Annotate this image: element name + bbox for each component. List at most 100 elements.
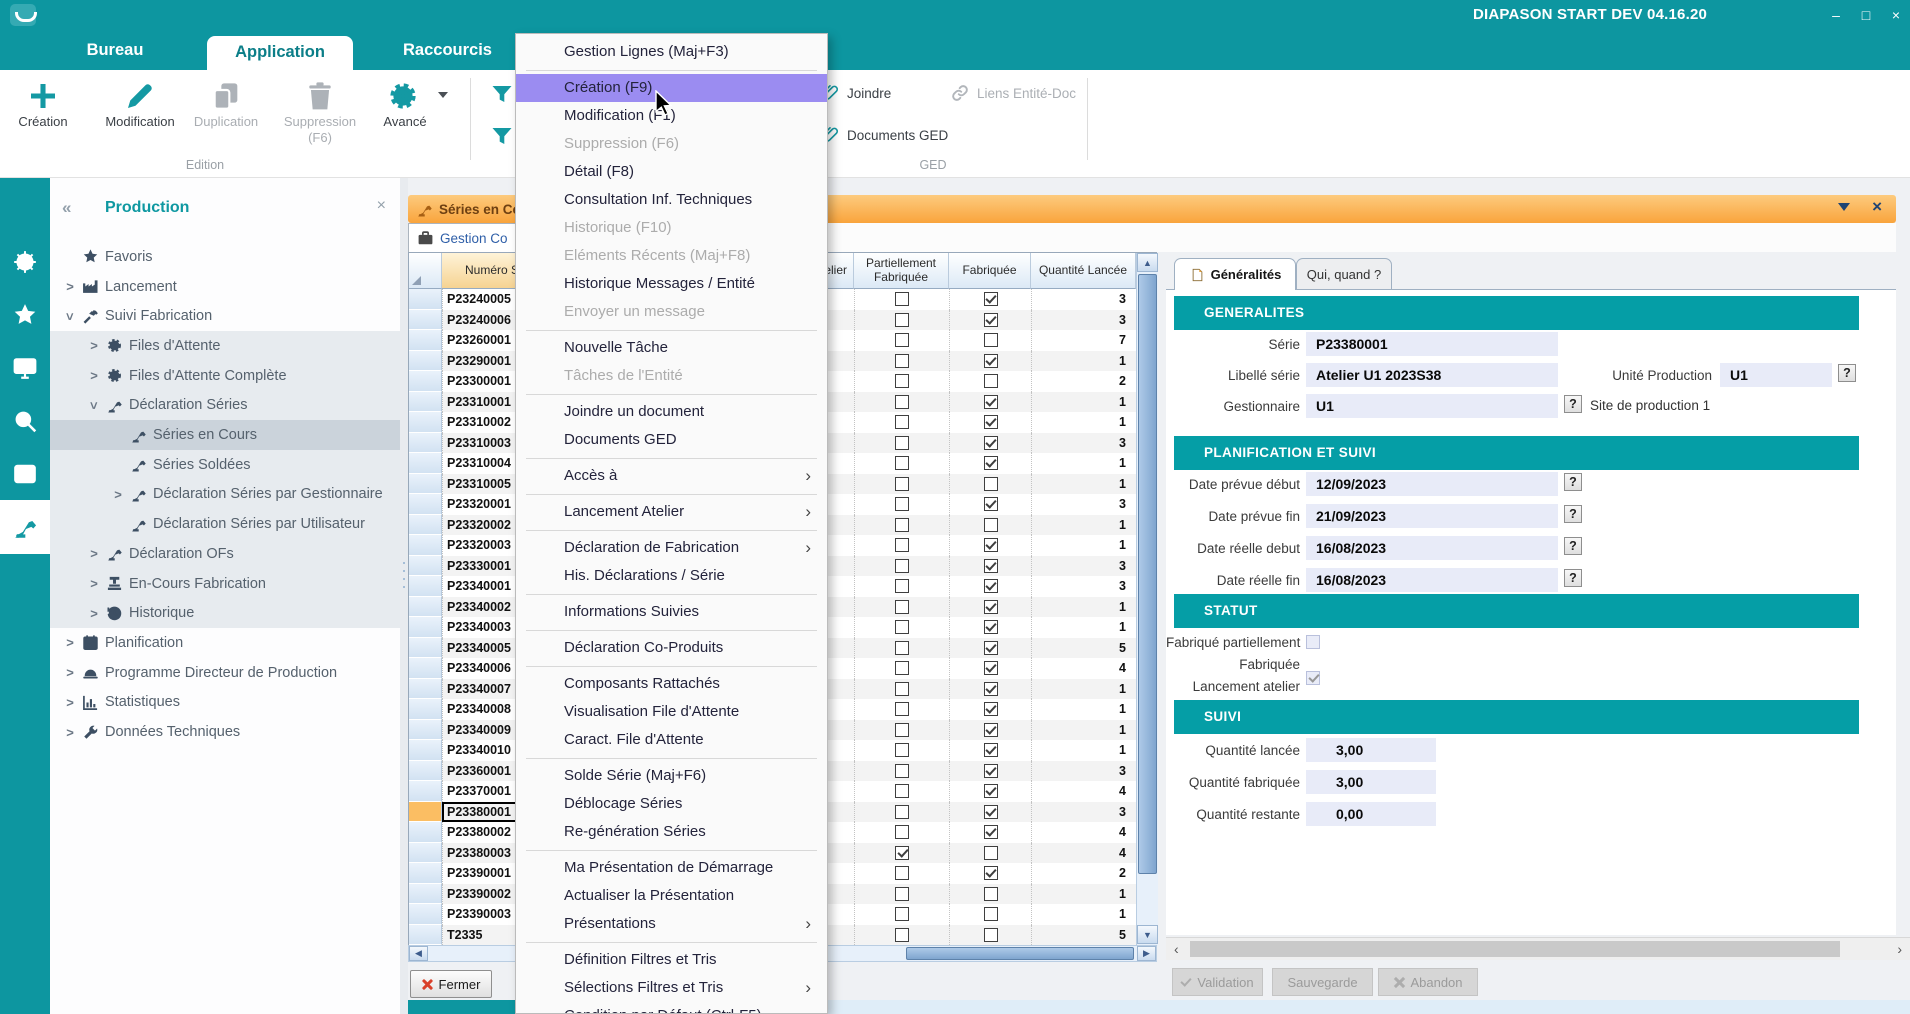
sidebar-item-en-cours-fabrication[interactable]: >En-Cours Fabrication bbox=[50, 569, 400, 599]
menu-item-d-claration-de-fabrication[interactable]: Déclaration de Fabrication› bbox=[516, 534, 827, 562]
row-selector[interactable] bbox=[409, 351, 442, 372]
documents-ged-button[interactable]: Documents GED bbox=[820, 124, 948, 146]
fabriquee-checkbox[interactable] bbox=[984, 928, 998, 942]
minimize-button[interactable]: – bbox=[1822, 0, 1850, 30]
row-selector[interactable] bbox=[409, 515, 442, 536]
panel-close-icon[interactable]: × bbox=[1872, 197, 1882, 217]
sidebar-item-donn-es-techniques[interactable]: >Données Techniques bbox=[50, 717, 400, 747]
row-selector[interactable] bbox=[409, 679, 442, 700]
partiellement-fabriquee-checkbox[interactable] bbox=[895, 702, 909, 716]
scroll-right-icon[interactable]: ▶ bbox=[1137, 946, 1156, 961]
quantite-restante-field[interactable]: 0,00 bbox=[1306, 802, 1436, 826]
partiellement-fabriquee-checkbox[interactable] bbox=[895, 907, 909, 921]
tab-generalites[interactable]: Généralités bbox=[1174, 258, 1296, 290]
partiellement-fabriquee-checkbox[interactable] bbox=[895, 518, 909, 532]
date-prevue-fin-help[interactable]: ? bbox=[1564, 505, 1582, 523]
partiellement-fabriquee-checkbox[interactable] bbox=[895, 600, 909, 614]
row-selector[interactable] bbox=[409, 597, 442, 618]
menu-item-lancement-atelier[interactable]: Lancement Atelier› bbox=[516, 498, 827, 526]
row-selector[interactable] bbox=[409, 412, 442, 433]
menu-item-pr-sentations[interactable]: Présentations› bbox=[516, 910, 827, 938]
maximize-button[interactable]: □ bbox=[1852, 0, 1880, 30]
tab-bureau[interactable]: Bureau bbox=[55, 30, 175, 70]
fabriquee-checkbox[interactable] bbox=[1306, 671, 1320, 685]
partiellement-fabriquee-checkbox[interactable] bbox=[895, 887, 909, 901]
avance-dropdown-icon[interactable] bbox=[438, 92, 448, 98]
col-fabriquee[interactable]: Fabriquée bbox=[949, 253, 1031, 289]
monitor-icon[interactable] bbox=[12, 355, 38, 381]
partiellement-fabriquee-checkbox[interactable] bbox=[895, 354, 909, 368]
fabriquee-checkbox[interactable] bbox=[984, 907, 998, 921]
chevron-right-icon[interactable]: > bbox=[88, 368, 100, 383]
scroll-up-icon[interactable]: ▲ bbox=[1137, 253, 1158, 272]
partiellement-fabriquee-checkbox[interactable] bbox=[895, 764, 909, 778]
chevron-right-icon[interactable]: > bbox=[64, 695, 76, 710]
tab-application[interactable]: Application bbox=[207, 36, 353, 70]
fabriquee-checkbox[interactable] bbox=[984, 538, 998, 552]
row-selector[interactable] bbox=[409, 904, 442, 925]
chevron-right-icon[interactable]: > bbox=[64, 665, 76, 680]
row-selector[interactable] bbox=[409, 802, 442, 823]
row-selector[interactable] bbox=[409, 392, 442, 413]
partiellement-fabriquee-checkbox[interactable] bbox=[895, 538, 909, 552]
fabriquee-checkbox[interactable] bbox=[984, 784, 998, 798]
sidebar-item-s-ries-en-cours[interactable]: Séries en Cours bbox=[50, 420, 400, 450]
partiellement-fabriquee-checkbox[interactable] bbox=[895, 333, 909, 347]
row-selector[interactable] bbox=[409, 761, 442, 782]
fabriquee-checkbox[interactable] bbox=[984, 374, 998, 388]
hscroll-thumb[interactable] bbox=[906, 947, 1134, 960]
fabriquee-checkbox[interactable] bbox=[984, 579, 998, 593]
nav-close-icon[interactable]: × bbox=[377, 197, 386, 215]
partiellement-fabriquee-checkbox[interactable] bbox=[895, 395, 909, 409]
row-selector[interactable] bbox=[409, 863, 442, 884]
production-module-active[interactable] bbox=[0, 500, 50, 554]
panel-scroll-right-icon[interactable]: › bbox=[1897, 941, 1902, 957]
partiellement-fabriquee-checkbox[interactable] bbox=[895, 846, 909, 860]
fabriquee-checkbox[interactable] bbox=[984, 825, 998, 839]
menu-item-d-tail-f8-[interactable]: Détail (F8) bbox=[516, 158, 827, 186]
partiellement-fabriquee-checkbox[interactable] bbox=[895, 579, 909, 593]
sidebar-item-d-claration-s-ries[interactable]: >Déclaration Séries bbox=[50, 391, 400, 421]
sidebar-item-favoris[interactable]: Favoris bbox=[50, 242, 400, 272]
partiellement-fabriquee-checkbox[interactable] bbox=[895, 825, 909, 839]
partiellement-fabriquee-checkbox[interactable] bbox=[895, 641, 909, 655]
sidebar-item-d-claration-s-ries-par-gestionnaire[interactable]: >Déclaration Séries par Gestionnaire bbox=[50, 480, 400, 510]
sidebar-item-lancement[interactable]: >Lancement bbox=[50, 272, 400, 302]
filter-funnel-icon-2[interactable] bbox=[490, 124, 514, 148]
sidebar-item-programme-directeur-de-production[interactable]: >Programme Directeur de Production bbox=[50, 658, 400, 688]
row-selector[interactable] bbox=[409, 822, 442, 843]
partiellement-fabriquee-checkbox[interactable] bbox=[895, 292, 909, 306]
menu-item-d-claration-co-produits[interactable]: Déclaration Co-Produits bbox=[516, 634, 827, 662]
row-selector[interactable] bbox=[409, 740, 442, 761]
sidebar-item-suivi-fabrication[interactable]: >Suivi Fabrication bbox=[50, 301, 400, 331]
fabriquee-checkbox[interactable] bbox=[984, 764, 998, 778]
chevron-down-icon[interactable]: > bbox=[87, 399, 102, 411]
helm-icon[interactable] bbox=[12, 249, 38, 275]
joindre-button[interactable]: Joindre bbox=[820, 82, 891, 104]
partiellement-fabriquee-checkbox[interactable] bbox=[895, 620, 909, 634]
modification-pencil-icon[interactable] bbox=[124, 80, 156, 112]
date-reelle-fin-field[interactable]: 16/08/2023 bbox=[1306, 568, 1558, 592]
partiellement-fabriquee-checkbox[interactable] bbox=[895, 313, 909, 327]
partiellement-fabriquee-checkbox[interactable] bbox=[895, 497, 909, 511]
menu-item-gestion-lignes-maj-f3-[interactable]: Gestion Lignes (Maj+F3) bbox=[516, 38, 827, 66]
row-selector[interactable] bbox=[409, 556, 442, 577]
date-prevue-debut-field[interactable]: 12/09/2023 bbox=[1306, 472, 1558, 496]
fabriquee-checkbox[interactable] bbox=[984, 743, 998, 757]
menu-item-re-g-n-ration-s-ries[interactable]: Re-génération Séries bbox=[516, 818, 827, 846]
panel-hscroll-thumb[interactable] bbox=[1190, 941, 1840, 957]
row-selector[interactable] bbox=[409, 433, 442, 454]
row-selector[interactable] bbox=[409, 925, 442, 946]
row-selector[interactable] bbox=[409, 781, 442, 802]
chevron-right-icon[interactable]: > bbox=[88, 338, 100, 353]
row-selector[interactable] bbox=[409, 494, 442, 515]
fabriquee-checkbox[interactable] bbox=[984, 436, 998, 450]
menu-item-condition-par-d-faut-ctrl-f5-[interactable]: Condition par Défaut (Ctrl-F5) bbox=[516, 1002, 827, 1014]
row-selector[interactable] bbox=[409, 638, 442, 659]
fabriquee-checkbox[interactable] bbox=[984, 477, 998, 491]
menu-item-caract-file-d-attente[interactable]: Caract. File d'Attente bbox=[516, 726, 827, 754]
partiellement-fabriquee-checkbox[interactable] bbox=[895, 374, 909, 388]
menu-item-actualiser-la-pr-sentation[interactable]: Actualiser la Présentation bbox=[516, 882, 827, 910]
fabriquee-checkbox[interactable] bbox=[984, 333, 998, 347]
scroll-left-icon[interactable]: ◀ bbox=[409, 946, 428, 961]
